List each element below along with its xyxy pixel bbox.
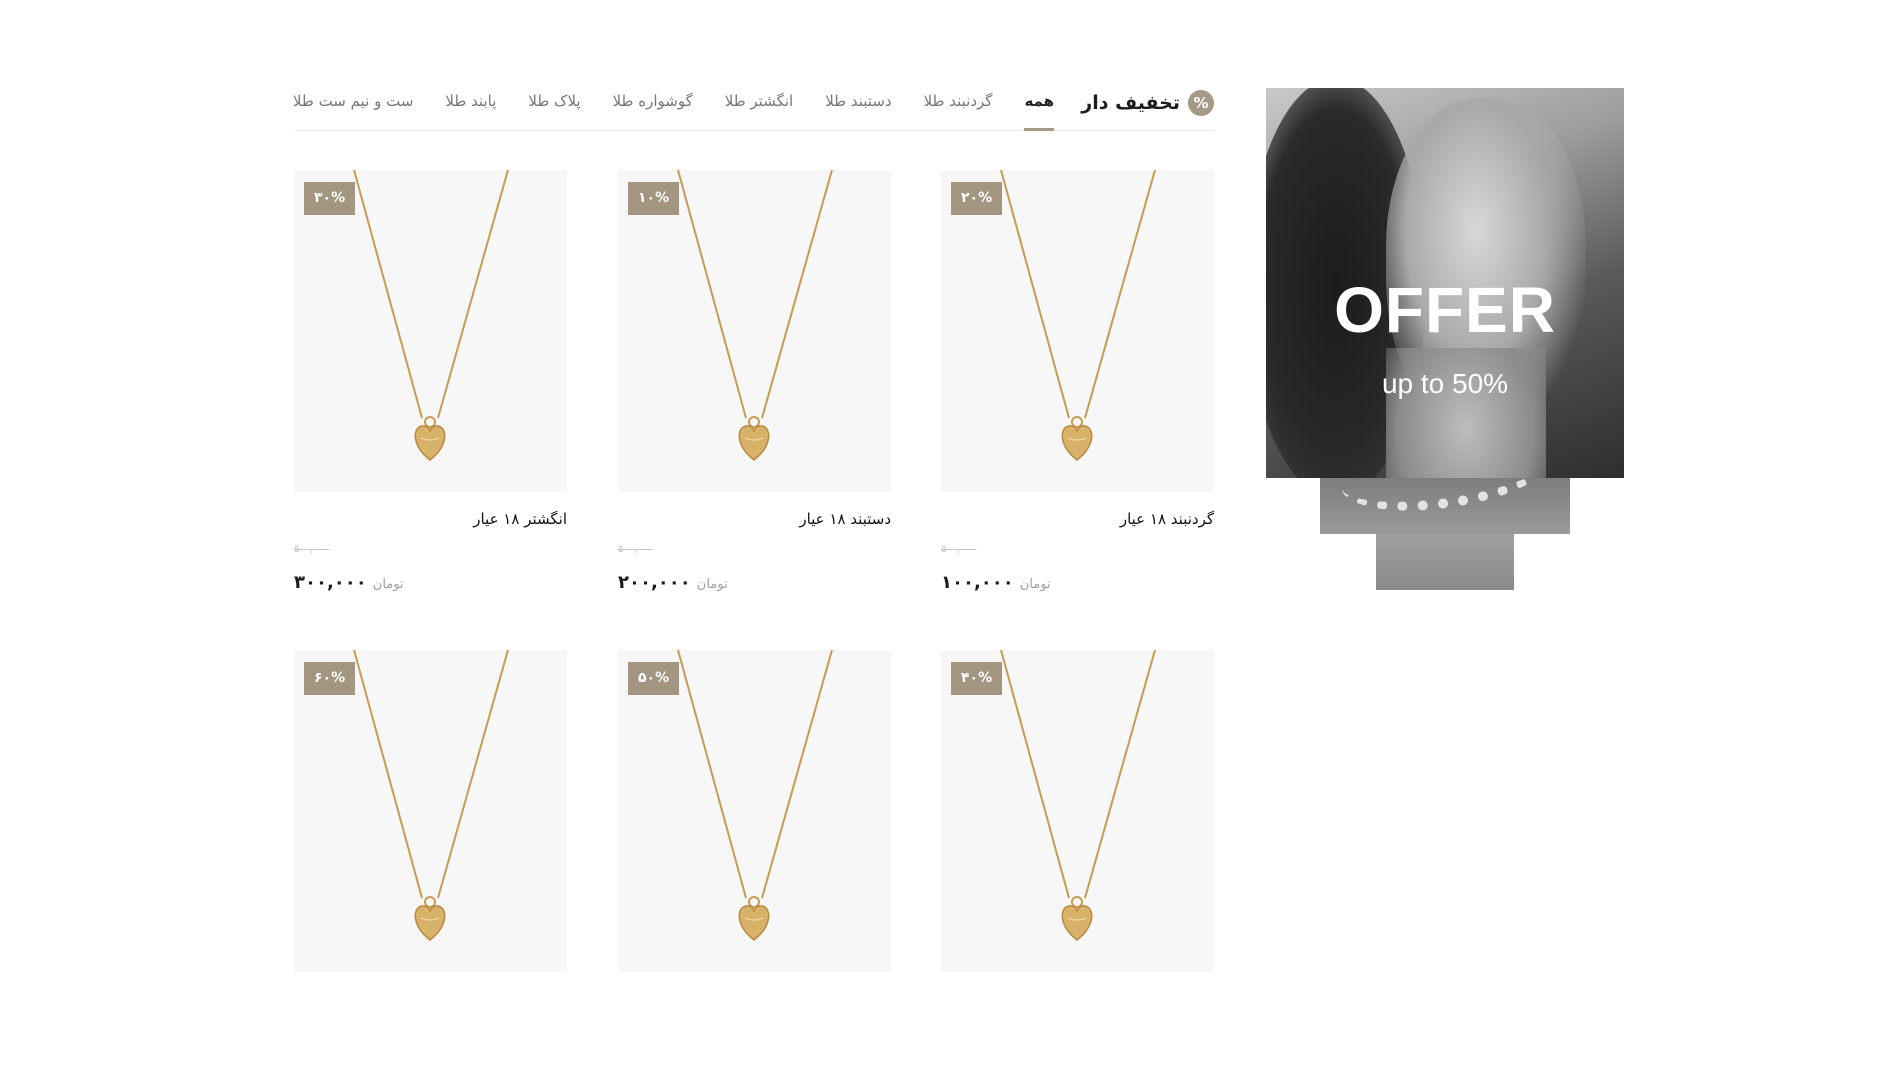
discount-badge: ۵۰% bbox=[628, 662, 680, 695]
product-card[interactable]: ۲۰% گردنبند ۱۸ عیار ۵۰۰,۰۰۰ ۱۰۰,۰۰۰ توما… bbox=[941, 170, 1214, 610]
heart-pendant-icon bbox=[738, 905, 770, 941]
product-image[interactable] bbox=[294, 650, 567, 972]
percent-badge-icon: % bbox=[1188, 90, 1214, 116]
heart-pendant-icon bbox=[414, 425, 446, 461]
discount-badge: ۴۰% bbox=[951, 662, 1003, 695]
price: ۳۰۰,۰۰۰ bbox=[294, 572, 367, 593]
category-tabs: همه گردنبند طلا دستبند طلا انگشتر طلا گو… bbox=[293, 82, 1054, 131]
section-title-wrap: % تخفیف دار bbox=[1081, 88, 1214, 118]
necklace-image bbox=[1000, 650, 1156, 941]
necklace-chain bbox=[677, 170, 833, 419]
product-card[interactable]: ۴۰% bbox=[941, 650, 1214, 1090]
discount-badge: ۶۰% bbox=[304, 662, 356, 695]
product-name[interactable]: انگشتر ۱۸ عیار bbox=[473, 510, 567, 528]
heart-pendant-icon bbox=[1061, 905, 1093, 941]
heart-pendant-icon bbox=[414, 905, 446, 941]
product-card[interactable]: ۱۰% دستبند ۱۸ عیار ۵۰۰,۰۰۰ ۲۰۰,۰۰۰ تومان bbox=[618, 170, 891, 610]
necklace-chain bbox=[353, 170, 509, 419]
price-row: ۲۰۰,۰۰۰ تومان bbox=[618, 572, 728, 593]
necklace-image bbox=[353, 650, 509, 941]
offer-subtitle: up to 50% bbox=[1381, 368, 1509, 399]
product-name[interactable]: دستبند ۱۸ عیار bbox=[799, 510, 891, 528]
old-price: ۵۰۰,۰۰۰ bbox=[618, 544, 654, 555]
product-card[interactable]: ۶۰% bbox=[294, 650, 567, 1090]
banner-photo-step bbox=[1320, 478, 1570, 534]
price-row: ۳۰۰,۰۰۰ تومان bbox=[294, 572, 404, 593]
tab-all[interactable]: همه bbox=[1024, 82, 1054, 131]
banner-chain bbox=[1336, 478, 1554, 523]
product-card[interactable]: ۵۰% bbox=[618, 650, 891, 1090]
old-price: ۵۰۰,۰۰۰ bbox=[294, 544, 330, 555]
price: ۱۰۰,۰۰۰ bbox=[941, 572, 1014, 593]
product-image[interactable] bbox=[618, 650, 891, 972]
necklace-bail bbox=[748, 896, 760, 908]
price-row: ۱۰۰,۰۰۰ تومان bbox=[941, 572, 1051, 593]
necklace-bail bbox=[1071, 416, 1083, 428]
product-image[interactable] bbox=[294, 170, 567, 492]
banner-photo-step bbox=[1376, 534, 1514, 590]
necklace-chain bbox=[1000, 170, 1156, 419]
section-header: % تخفیف دار همه گردنبند طلا دستبند طلا ا… bbox=[293, 82, 1214, 131]
necklace-image bbox=[1000, 170, 1156, 461]
product-image[interactable] bbox=[941, 650, 1214, 972]
currency: تومان bbox=[1019, 577, 1051, 592]
heart-pendant-icon bbox=[1061, 425, 1093, 461]
old-price: ۵۰۰,۰۰۰ bbox=[941, 544, 977, 555]
product-card[interactable]: ۳۰% انگشتر ۱۸ عیار ۵۰۰,۰۰۰ ۳۰۰,۰۰۰ تومان bbox=[294, 170, 567, 610]
necklace-image bbox=[677, 650, 833, 941]
tab-gold-set[interactable]: ست و نیم ست طلا bbox=[293, 82, 413, 130]
necklace-image bbox=[677, 170, 833, 461]
necklace-bail bbox=[748, 416, 760, 428]
tab-gold-pendant[interactable]: پلاک طلا bbox=[528, 82, 580, 130]
discount-badge: ۱۰% bbox=[628, 182, 680, 215]
necklace-chain bbox=[1000, 650, 1156, 899]
tab-gold-earring[interactable]: گوشواره طلا bbox=[613, 82, 693, 130]
tab-gold-bracelet[interactable]: دستبند طلا bbox=[825, 82, 891, 130]
necklace-bail bbox=[1071, 896, 1083, 908]
product-image[interactable] bbox=[941, 170, 1214, 492]
price: ۲۰۰,۰۰۰ bbox=[618, 572, 691, 593]
section-title: تخفیف دار bbox=[1081, 92, 1180, 114]
product-image[interactable] bbox=[618, 170, 891, 492]
product-name[interactable]: گردنبند ۱۸ عیار bbox=[1120, 510, 1214, 528]
heart-pendant-icon bbox=[738, 425, 770, 461]
necklace-bail bbox=[424, 416, 436, 428]
discount-badge: ۳۰% bbox=[304, 182, 356, 215]
discount-badge: ۲۰% bbox=[951, 182, 1003, 215]
necklace-chain bbox=[353, 650, 509, 899]
currency: تومان bbox=[372, 577, 404, 592]
necklace-chain bbox=[677, 650, 833, 899]
offer-banner[interactable]: OFFER up to 50% bbox=[1266, 88, 1624, 590]
necklace-bail bbox=[424, 896, 436, 908]
necklace-image bbox=[353, 170, 509, 461]
tab-gold-ring[interactable]: انگشتر طلا bbox=[725, 82, 793, 130]
tab-gold-anklet[interactable]: پابند طلا bbox=[445, 82, 496, 130]
tab-gold-necklace[interactable]: گردنبند طلا bbox=[924, 82, 993, 130]
discount-section: % تخفیف دار همه گردنبند طلا دستبند طلا ا… bbox=[293, 82, 1624, 972]
offer-title: OFFER bbox=[1334, 274, 1556, 346]
currency: تومان bbox=[696, 577, 728, 592]
